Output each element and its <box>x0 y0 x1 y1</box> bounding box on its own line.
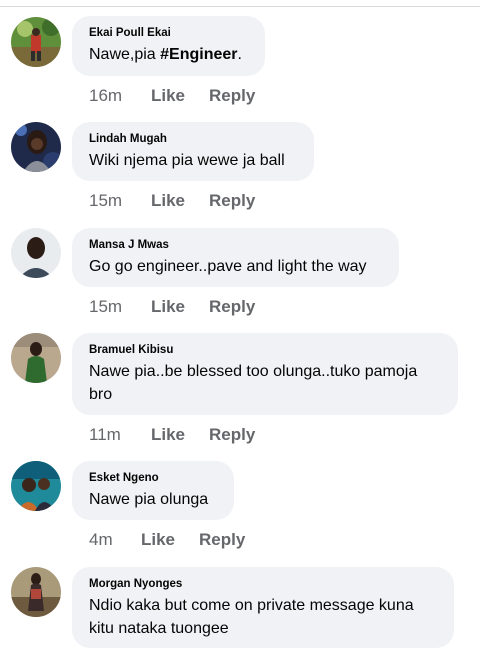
comment-author[interactable]: Esket Ngeno <box>89 471 218 485</box>
comment-actions: 15m Like Reply <box>89 191 255 211</box>
hashtag-link[interactable]: #Engineer <box>160 46 237 63</box>
reply-button[interactable]: Reply <box>199 530 245 549</box>
comment-text: Nawe pia..be blessed too olunga..tuko pa… <box>89 363 418 403</box>
avatar[interactable] <box>11 228 61 278</box>
comment-actions: 11m Like Reply <box>89 425 255 445</box>
avatar[interactable] <box>11 567 61 617</box>
comment-text: Wiki njema pia wewe ja ball <box>89 152 285 169</box>
reply-button[interactable]: Reply <box>209 191 255 210</box>
comment-author[interactable]: Bramuel Kibisu <box>89 343 442 357</box>
comment-time[interactable]: 15m <box>89 191 151 211</box>
avatar[interactable] <box>11 333 61 383</box>
comment-actions: 15m Like Reply <box>89 297 255 317</box>
comment-text-part: Nawe,pia <box>89 46 161 63</box>
avatar[interactable] <box>11 461 61 511</box>
top-divider <box>0 6 480 7</box>
comment-actions: 4m Like Reply <box>89 530 245 550</box>
like-button[interactable]: Like <box>141 530 199 550</box>
like-button[interactable]: Like <box>151 297 209 317</box>
comment-text: Nawe,pia #Engineer. <box>89 43 249 66</box>
like-button[interactable]: Like <box>151 425 209 445</box>
comment-author[interactable]: Morgan Nyonges <box>89 577 438 591</box>
reply-button[interactable]: Reply <box>209 86 255 105</box>
comment-bubble: Mansa J Mwas Go go engineer..pave and li… <box>72 228 399 287</box>
comment-bubble: Esket Ngeno Nawe pia olunga <box>72 461 234 520</box>
avatar[interactable] <box>11 122 61 172</box>
comment-bubble: Lindah Mugah Wiki njema pia wewe ja ball <box>72 122 314 181</box>
comment-text: Go go engineer..pave and light the way <box>89 258 367 275</box>
like-button[interactable]: Like <box>151 191 209 211</box>
comment-time[interactable]: 16m <box>89 86 151 106</box>
comment-text: Ndio kaka but come on private message ku… <box>89 597 414 637</box>
comment-author[interactable]: Mansa J Mwas <box>89 238 383 252</box>
reply-button[interactable]: Reply <box>209 425 255 444</box>
comment-time[interactable]: 4m <box>89 530 141 550</box>
comment-time[interactable]: 15m <box>89 297 151 317</box>
comment-author[interactable]: Lindah Mugah <box>89 132 298 146</box>
comment-text: Nawe pia olunga <box>89 491 209 508</box>
reply-button[interactable]: Reply <box>209 297 255 316</box>
avatar[interactable] <box>11 17 61 67</box>
comment-text-part: . <box>237 46 242 63</box>
comment-actions: 16m Like Reply <box>89 86 255 106</box>
comment-author[interactable]: Ekai Poull Ekai <box>89 26 249 40</box>
comment-bubble: Ekai Poull Ekai Nawe,pia #Engineer. <box>72 16 265 76</box>
comment-bubble: Morgan Nyonges Ndio kaka but come on pri… <box>72 567 454 648</box>
comment-time[interactable]: 11m <box>89 425 151 445</box>
like-button[interactable]: Like <box>151 86 209 106</box>
comment-bubble: Bramuel Kibisu Nawe pia..be blessed too … <box>72 333 458 415</box>
